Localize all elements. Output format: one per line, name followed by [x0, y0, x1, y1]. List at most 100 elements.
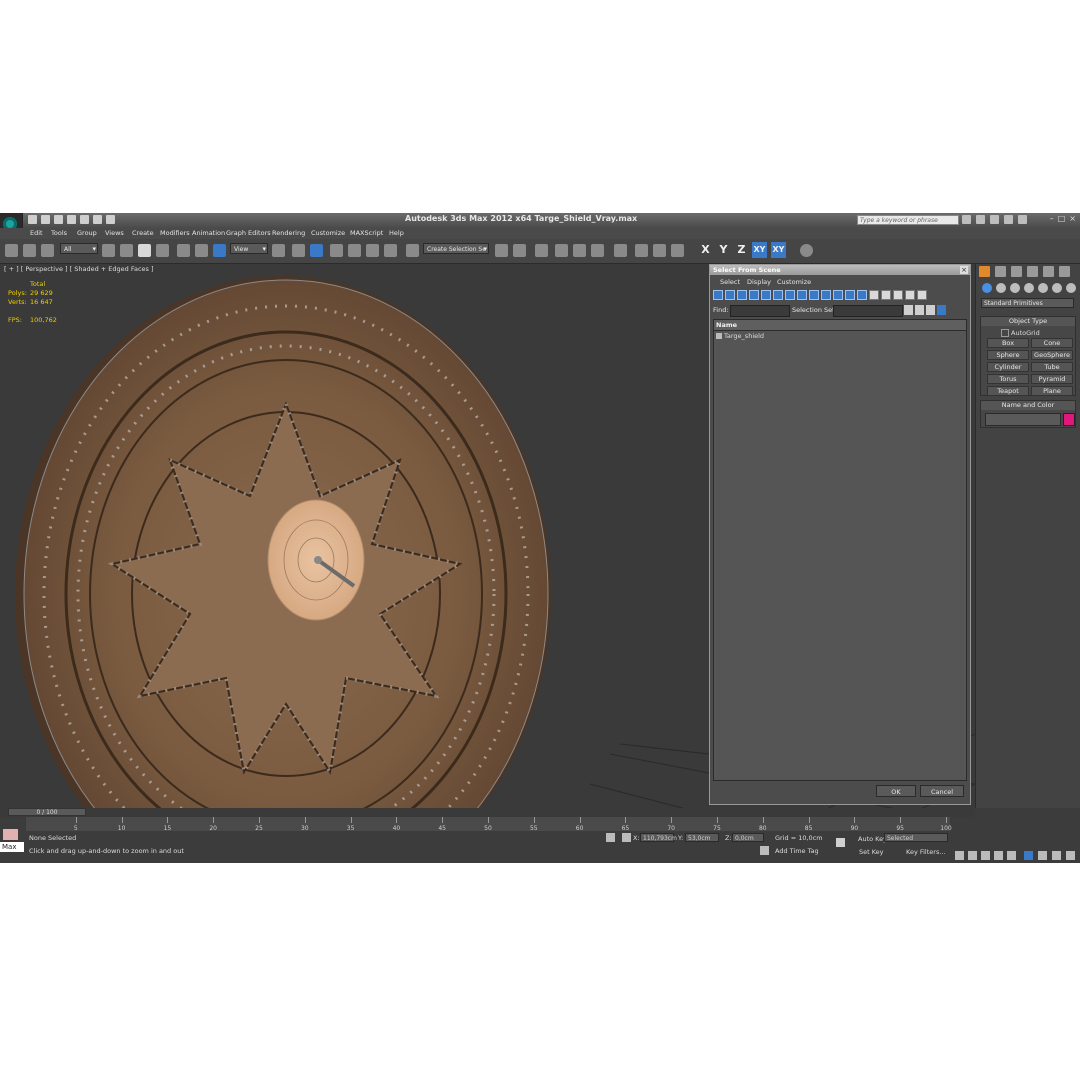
maxscript-listener-icon[interactable] [3, 829, 18, 840]
filter-icon[interactable] [905, 290, 915, 300]
time-slider-thumb[interactable]: 0 / 100 [8, 808, 86, 816]
close-icon[interactable]: × [960, 266, 968, 274]
search-icon[interactable] [962, 215, 971, 224]
column-header-name[interactable]: Name [714, 320, 966, 331]
selection-filter-dropdown[interactable]: All [60, 243, 98, 255]
axis-x-button[interactable]: X [698, 242, 713, 258]
display-lights-icon[interactable] [737, 290, 747, 300]
menu-customize[interactable]: Customize [311, 229, 345, 237]
axis-y-button[interactable]: Y [716, 242, 731, 258]
object-name-field[interactable] [985, 413, 1061, 426]
motion-tab-icon[interactable] [1027, 266, 1038, 277]
dialog-menu-select[interactable]: Select [720, 278, 740, 286]
percent-snap-icon[interactable] [366, 244, 379, 257]
cylinder-button[interactable]: Cylinder [987, 362, 1029, 372]
menu-rendering[interactable]: Rendering [272, 229, 305, 237]
subscription-icon[interactable] [976, 215, 985, 224]
rendered-frame-window-icon[interactable] [653, 244, 666, 257]
zoom-extents-all-icon[interactable] [1066, 851, 1075, 860]
go-to-end-icon[interactable] [1007, 851, 1016, 860]
spinner-snap-icon[interactable] [384, 244, 397, 257]
display-cameras-icon[interactable] [749, 290, 759, 300]
select-manipulate-icon[interactable] [292, 244, 305, 257]
teapot-button[interactable]: Teapot [987, 386, 1029, 396]
maxscript-mini-listener[interactable]: Max [0, 842, 24, 852]
x-coordinate-field[interactable]: 110,793cm [640, 833, 677, 842]
menu-create[interactable]: Create [132, 229, 154, 237]
plane-button[interactable]: Plane [1031, 386, 1073, 396]
close-icon[interactable]: × [1069, 214, 1076, 223]
targe-shield-model[interactable] [15, 276, 551, 863]
search-input[interactable]: Type a keyword or phrase [857, 215, 959, 225]
axis-xy-button[interactable]: XY [752, 242, 767, 258]
angle-snap-icon[interactable] [348, 244, 361, 257]
display-tab-icon[interactable] [1043, 266, 1054, 277]
hierarchy-filter-icon[interactable] [917, 290, 927, 300]
layer-manager-icon[interactable] [535, 244, 548, 257]
select-all-icon[interactable] [904, 305, 913, 315]
geosphere-button[interactable]: GeoSphere [1031, 350, 1073, 360]
key-filters-button[interactable]: Key Filters... [906, 848, 946, 856]
display-hidden-icon[interactable] [845, 290, 855, 300]
menu-help[interactable]: Help [389, 229, 404, 237]
scene-object-list[interactable]: Name Targe_shield [713, 319, 967, 781]
spacewarps-icon[interactable] [1052, 283, 1062, 293]
utilities-tab-icon[interactable] [1059, 266, 1070, 277]
mirror-icon[interactable] [495, 244, 508, 257]
track-bar[interactable]: 5 10 15 20 25 30 35 40 45 50 55 60 65 70 75 80 85 90 95 100 [26, 817, 952, 832]
reference-coordinate-dropdown[interactable]: View [230, 243, 268, 255]
communication-icon[interactable] [990, 215, 999, 224]
invert-display-icon[interactable] [881, 290, 891, 300]
move-icon[interactable] [177, 244, 190, 257]
name-and-color-title[interactable]: Name and Color [981, 401, 1075, 410]
z-coordinate-field[interactable]: 0,0cm [732, 833, 764, 842]
zoom-icon[interactable] [1024, 851, 1033, 860]
display-shapes-icon[interactable] [725, 290, 735, 300]
unlink-icon[interactable] [23, 244, 36, 257]
time-slider[interactable]: 0 / 100 [0, 808, 975, 817]
render-production-icon[interactable] [671, 244, 684, 257]
keyboard-shortcut-override-icon[interactable] [310, 244, 323, 257]
menu-graph-editors[interactable]: Graph Editors [226, 229, 271, 237]
display-frozen-icon[interactable] [833, 290, 843, 300]
window-crossing-icon[interactable] [156, 244, 169, 257]
open-file-icon[interactable] [41, 215, 50, 224]
select-link-icon[interactable] [5, 244, 18, 257]
scale-icon[interactable] [213, 244, 226, 257]
menu-modifiers[interactable]: Modifiers [160, 229, 190, 237]
object-color-swatch[interactable] [1063, 413, 1075, 426]
project-folder-icon[interactable] [106, 215, 115, 224]
y-coordinate-field[interactable]: 53,0cm [685, 833, 719, 842]
favorites-icon[interactable] [1004, 215, 1013, 224]
geometry-icon[interactable] [982, 283, 992, 293]
lights-icon[interactable] [1010, 283, 1020, 293]
menu-views[interactable]: Views [105, 229, 124, 237]
menu-animation[interactable]: Animation [192, 229, 225, 237]
display-all-icon[interactable] [857, 290, 867, 300]
hold-icon[interactable] [93, 215, 102, 224]
tube-button[interactable]: Tube [1031, 362, 1073, 372]
find-input[interactable] [730, 305, 790, 317]
render-setup-icon[interactable] [635, 244, 648, 257]
selection-lock-icon[interactable] [606, 833, 615, 842]
named-selection-dropdown[interactable]: Create Selection Se [423, 243, 489, 255]
axis-z-button[interactable]: Z [734, 242, 749, 258]
key-mode-dropdown[interactable]: Selected [884, 833, 948, 842]
zoom-extents-icon[interactable] [1052, 851, 1061, 860]
material-editor-icon[interactable] [614, 244, 627, 257]
time-tag-icon[interactable] [760, 846, 769, 855]
snaps-toggle-icon[interactable] [330, 244, 343, 257]
set-key-button[interactable]: Set Key [859, 848, 884, 856]
play-icon[interactable] [981, 851, 990, 860]
cancel-button[interactable]: Cancel [920, 785, 964, 797]
rectangular-selection-icon[interactable] [138, 244, 151, 257]
particle-view-icon[interactable] [800, 244, 813, 257]
select-object-icon[interactable] [102, 244, 115, 257]
undo-icon[interactable] [67, 215, 76, 224]
display-groups-icon[interactable] [785, 290, 795, 300]
dialog-title[interactable]: Select From Scene [710, 265, 970, 275]
cone-button[interactable]: Cone [1031, 338, 1073, 348]
dialog-menu-display[interactable]: Display [747, 278, 771, 286]
modify-tab-icon[interactable] [995, 266, 1006, 277]
curve-editor-icon[interactable] [573, 244, 586, 257]
